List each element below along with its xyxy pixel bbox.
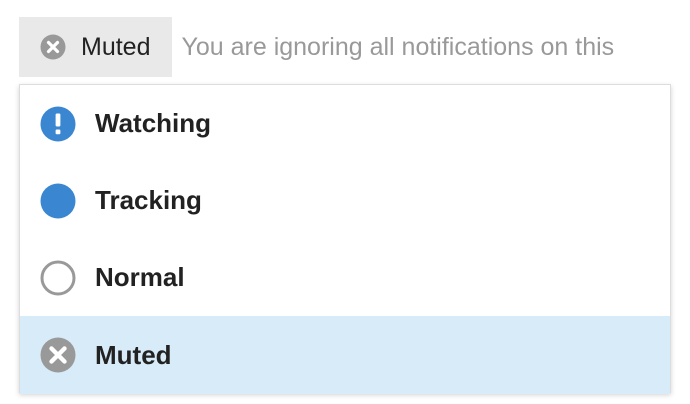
dropdown-item-muted[interactable]: Muted	[20, 316, 670, 394]
dropdown-item-watching[interactable]: Watching	[20, 85, 670, 162]
notification-hint-text: You are ignoring all notifications on th…	[181, 32, 615, 61]
notification-level-button[interactable]: Muted	[19, 17, 173, 77]
times-circle-icon	[40, 34, 66, 60]
dropdown-item-label: Normal	[95, 262, 185, 292]
empty-circle-icon	[40, 260, 76, 296]
dropdown-item-label: Watching	[95, 108, 212, 138]
dropdown-item-label: Muted	[95, 339, 172, 370]
dropdown-item-normal[interactable]: Normal	[20, 239, 670, 316]
dropdown-item-tracking[interactable]: Tracking	[20, 162, 670, 239]
exclamation-circle-icon	[40, 106, 76, 142]
filled-circle-icon	[40, 183, 76, 219]
notification-level-dropdown: Watching Tracking Normal Muted	[19, 84, 671, 394]
dropdown-item-label: Tracking	[95, 185, 202, 215]
notification-level-widget: Muted You are ignoring all notifications…	[0, 0, 690, 404]
notification-controls: Muted You are ignoring all notifications…	[19, 17, 614, 77]
notification-level-label: Muted	[81, 32, 151, 61]
times-circle-icon	[40, 337, 76, 373]
